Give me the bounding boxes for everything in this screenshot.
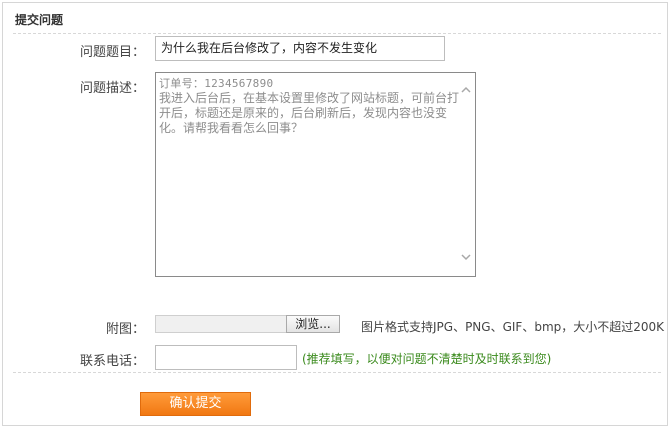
attachment-label: 附图： xyxy=(105,322,145,337)
question-title-input[interactable]: 为什么我在后台修改了，内容不发生变化 xyxy=(155,36,445,61)
question-title-label: 问题题目： xyxy=(79,45,145,60)
divider-bottom xyxy=(13,372,661,373)
phone-label: 联系电话： xyxy=(79,354,145,369)
divider-top xyxy=(13,33,661,34)
submit-button[interactable]: 确认提交 xyxy=(140,392,251,416)
order-number-line: 订单号：1234567890 xyxy=(159,77,274,90)
question-description-textarea[interactable]: 订单号：1234567890 我进入后台后，在基本设置里修改了网站标题，可前台打… xyxy=(155,72,476,277)
question-description-label: 问题描述： xyxy=(79,81,145,96)
question-description-content: 订单号：1234567890 我进入后台后，在基本设置里修改了网站标题，可前台打… xyxy=(159,76,459,272)
attachment-file-field[interactable] xyxy=(155,315,286,333)
attachment-format-hint: 图片格式支持JPG、PNG、GIF、bmp，大小不超过200K xyxy=(361,320,665,334)
phone-input[interactable] xyxy=(155,345,297,370)
submit-question-panel: 提交问题 问题题目： 为什么我在后台修改了，内容不发生变化 问题描述： 订单号：… xyxy=(2,2,668,426)
phone-hint: (推荐填写，以便对问题不清楚时及时联系到您) xyxy=(302,352,552,366)
chevron-up-icon[interactable] xyxy=(460,85,472,95)
description-body: 我进入后台后，在基本设置里修改了网站标题，可前台打开后，标题还是原来的，后台刷新… xyxy=(159,91,459,135)
panel-title: 提交问题 xyxy=(15,13,64,27)
chevron-down-icon[interactable] xyxy=(460,252,472,262)
browse-button[interactable]: 浏览... xyxy=(286,315,340,333)
